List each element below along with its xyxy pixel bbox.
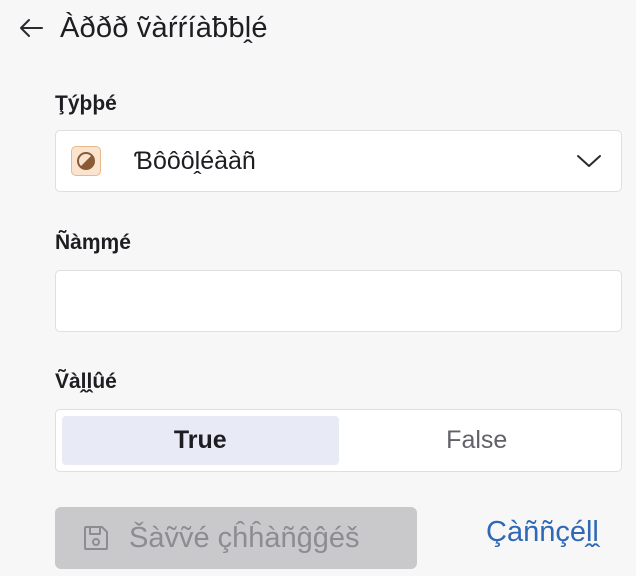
type-label: Ţýþþé — [55, 92, 117, 115]
value-option-false[interactable]: False — [339, 416, 616, 465]
page-title: Àððð ṽàŕŕíàƀƀḽé — [60, 11, 268, 44]
type-select[interactable]: Ɓôôôḽéààñ — [55, 130, 622, 192]
type-select-value: Ɓôôôḽéààñ — [134, 146, 256, 175]
chevron-down-icon — [577, 155, 601, 167]
panel-header: Àððð ṽàŕŕíàƀƀḽé — [16, 8, 268, 48]
name-label: Ñàɱɱé — [55, 231, 131, 254]
save-button-label: Šàṽṽé çĥĥàñĝĝéš — [129, 521, 360, 554]
arrow-left-icon — [20, 19, 43, 37]
name-input[interactable] — [55, 270, 622, 332]
add-variable-panel: Àððð ṽàŕŕíàƀƀḽé Ţýþþé Ɓôôôḽéààñ Ñàɱɱé Ṽà… — [0, 0, 636, 576]
back-button[interactable] — [16, 13, 46, 43]
value-label: Ṽàḽḽûé — [55, 370, 117, 393]
save-icon — [84, 526, 108, 550]
boolean-type-icon — [71, 146, 101, 176]
cancel-button[interactable]: Çàññçéḽḽ — [486, 516, 599, 549]
value-toggle: True False — [55, 409, 622, 472]
save-changes-button[interactable]: Šàṽṽé çĥĥàñĝĝéš — [55, 507, 417, 569]
value-option-true[interactable]: True — [62, 416, 339, 465]
